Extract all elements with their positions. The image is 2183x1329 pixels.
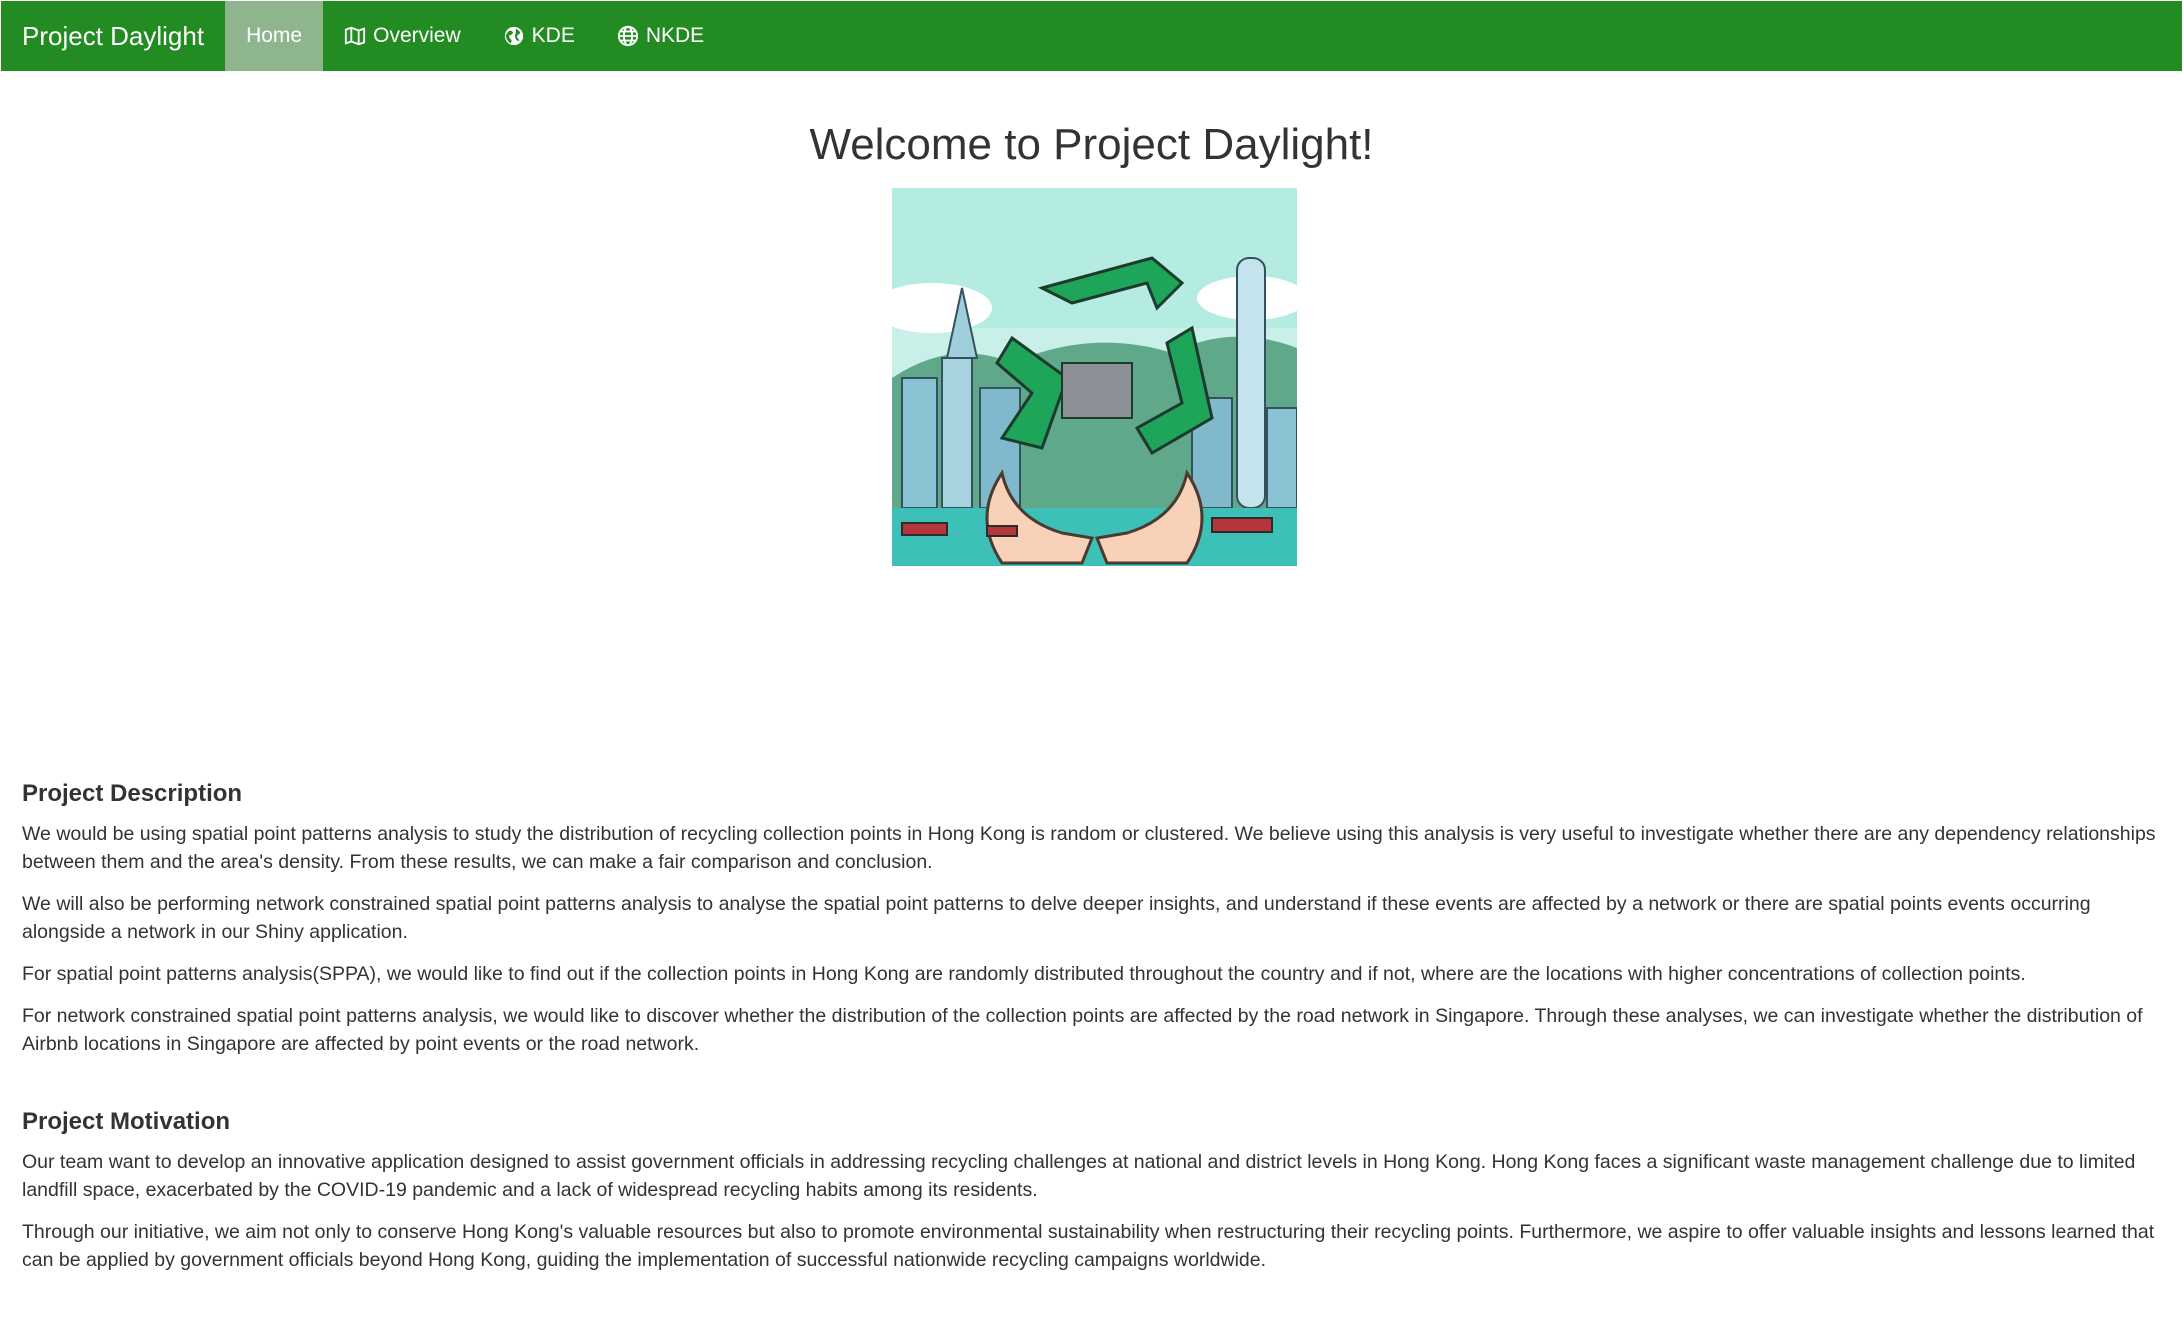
top-navbar: Project Daylight Home Overview KDE NKDE — [1, 1, 2182, 71]
map-icon — [344, 25, 366, 47]
globe-americas-icon — [503, 25, 525, 47]
tab-nkde[interactable]: NKDE — [596, 1, 725, 71]
project-description-heading: Project Description — [22, 780, 243, 807]
tab-kde-label: KDE — [531, 24, 575, 47]
description-paragraph: For spatial point patterns analysis(SPPA… — [22, 963, 2026, 985]
project-description-section: Project Description We would be using sp… — [22, 780, 2172, 1058]
page-title: Welcome to Project Daylight! — [809, 120, 1374, 169]
motivation-paragraph: Through our initiative, we aim not only … — [22, 1221, 2155, 1271]
tab-home-label: Home — [246, 24, 303, 47]
tab-nkde-label: NKDE — [645, 24, 705, 47]
tab-overview-label: Overview — [373, 24, 461, 47]
brand-title[interactable]: Project Daylight — [1, 1, 225, 71]
tab-kde[interactable]: KDE — [482, 1, 596, 71]
description-paragraph: We would be using spatial point patterns… — [22, 823, 2156, 873]
recycling-illustration — [892, 188, 1297, 566]
motivation-paragraph: Our team want to develop an innovative a… — [22, 1151, 2136, 1201]
main-content: Project Description We would be using sp… — [22, 780, 2172, 1288]
tab-home[interactable]: Home — [225, 1, 324, 71]
tab-overview[interactable]: Overview — [323, 1, 482, 71]
project-motivation-section: Project Motivation Our team want to deve… — [22, 1108, 2172, 1274]
description-paragraph: For network constrained spatial point pa… — [22, 1005, 2143, 1055]
description-paragraph: We will also be performing network const… — [22, 893, 2091, 943]
globe-icon — [617, 25, 639, 47]
project-motivation-heading: Project Motivation — [22, 1108, 231, 1135]
